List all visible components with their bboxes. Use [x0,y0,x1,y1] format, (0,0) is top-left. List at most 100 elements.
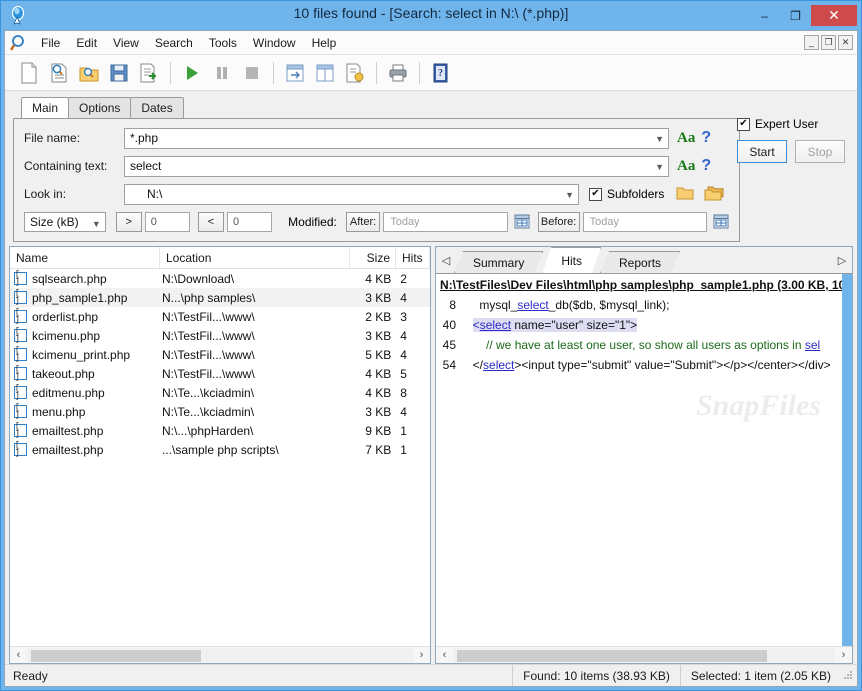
properties-icon[interactable] [341,59,369,87]
hit-line[interactable]: 40 < select name="user" size="1"> [436,315,852,335]
folder-icon[interactable] [676,185,694,204]
print-icon[interactable] [384,59,412,87]
mdi-minimize-button[interactable]: _ [804,35,819,50]
hits-hscrollbar[interactable]: ‹ › [436,646,852,663]
table-row[interactable]: [ ] emailtest.php N:\...\phpHarden\ 9 KB… [10,421,430,440]
before-date-input[interactable]: Today [583,212,707,232]
menu-view[interactable]: View [105,33,147,53]
menu-tools[interactable]: Tools [201,33,245,53]
menu-search[interactable]: Search [147,33,201,53]
table-row[interactable]: [ ] takeout.php N:\TestFil...\www\ 4 KB … [10,364,430,383]
tab-options[interactable]: Options [68,97,131,118]
table-row[interactable]: [ ] php_sample1.php N...\php samples\ 3 … [10,288,430,307]
menu-file[interactable]: File [33,33,68,53]
after-button[interactable]: After: [346,212,380,232]
calendar-icon-2[interactable] [713,213,729,232]
tab-hits[interactable]: Hits [542,247,601,273]
file-name-help-icon[interactable]: ? [701,129,711,147]
hit-line[interactable]: 8 mysql_ select _db($db, $mysql_link); [436,295,852,315]
menu-edit[interactable]: Edit [68,33,105,53]
chevron-down-icon-2[interactable]: ▼ [655,157,664,178]
size-greater-button[interactable]: > [116,212,142,232]
hscroll-thumb[interactable] [31,650,201,662]
hits-content[interactable]: SnapFiles N:\TestFiles\Dev Files\html\ph… [436,274,852,646]
application-window: 10 files found - [Search: select in N:\ … [0,0,862,691]
menu-help[interactable]: Help [304,33,345,53]
scroll-left-icon[interactable]: ‹ [436,649,453,661]
mdi-restore-button[interactable]: ❐ [821,35,836,50]
php-file-icon: [ ] [14,348,27,361]
stop-search-icon[interactable] [238,59,266,87]
resize-grip-icon[interactable] [841,669,857,683]
containing-text-help-icon[interactable]: ? [701,157,711,175]
column-header-name[interactable]: Name [10,247,160,269]
hscroll-track[interactable] [27,648,413,663]
tab-main[interactable]: Main [21,97,69,118]
file-hits-cell: 2 [396,272,430,286]
before-button[interactable]: Before: [538,212,580,232]
new-search-icon[interactable] [15,59,43,87]
table-row[interactable]: [ ] kcimenu_print.php N:\TestFil...\www\… [10,345,430,364]
hit-line[interactable]: 54 </ select ><input type="submit" value… [436,355,852,375]
load-folder-icon[interactable] [75,59,103,87]
tabs-scroll-left-icon[interactable]: ◁ [438,247,454,273]
file-name-cell: emailtest.php [32,443,162,457]
calendar-icon[interactable] [514,213,530,232]
export-icon[interactable] [135,59,163,87]
file-name-input[interactable]: *.php ▼ [124,128,669,149]
column-header-hits[interactable]: Hits [396,247,430,269]
table-row[interactable]: [ ] emailtest.php ...\sample php scripts… [10,440,430,459]
chevron-down-icon[interactable]: ▼ [655,129,664,150]
tab-reports[interactable]: Reports [600,251,680,273]
chevron-down-icon-3[interactable]: ▼ [565,185,574,206]
table-row[interactable]: [ ] editmenu.php N:\Te...\kciadmin\ 4 KB… [10,383,430,402]
expand-results-icon[interactable] [281,59,309,87]
size-max-input[interactable]: 0 [227,212,272,232]
expert-user-checkbox[interactable]: ✔ [737,118,750,131]
start-search-icon[interactable] [178,59,206,87]
multi-folder-icon[interactable] [704,185,724,204]
tabs-scroll-right-icon[interactable]: ▷ [834,247,850,273]
table-row[interactable]: [ ] menu.php N:\Te...\kciadmin\ 3 KB 4 [10,402,430,421]
menu-window[interactable]: Window [245,33,304,53]
containing-text-input[interactable]: select ▼ [124,156,669,177]
mdi-close-button[interactable]: ✕ [838,35,853,50]
match-case-Aa-icon[interactable]: Aa [677,130,695,147]
scroll-right-icon[interactable]: › [413,649,430,661]
layout-icon[interactable] [311,59,339,87]
after-date-input[interactable]: Today [383,212,507,232]
minimize-button[interactable]: – [749,5,780,26]
hits-vscrollbar[interactable] [842,274,852,646]
match-case-Aa-icon-2[interactable]: Aa [677,158,695,175]
subfolders-checkbox[interactable]: ✔ [589,188,602,201]
tab-dates[interactable]: Dates [130,97,183,118]
hscroll-thumb[interactable] [457,650,767,662]
column-header-size[interactable]: Size [350,247,396,269]
size-min-input[interactable]: 0 [145,212,190,232]
file-list-hscrollbar[interactable]: ‹ › [10,646,430,663]
help-book-icon[interactable]: ? [427,59,455,87]
open-search-icon[interactable] [45,59,73,87]
hit-line[interactable]: 45 // we have at least one user, so show… [436,335,852,355]
search-criteria-box: File name: *.php ▼ Aa ? Containing text:… [13,118,740,242]
file-list[interactable]: [ ] sqlsearch.php N:\Download\ 4 KB 2 [ … [10,269,430,646]
scroll-right-icon[interactable]: › [835,649,852,661]
stop-button[interactable]: Stop [795,140,845,163]
chevron-down-icon-4[interactable]: ▼ [92,213,101,234]
size-unit-select[interactable]: Size (kB) ▼ [24,212,106,232]
column-header-location[interactable]: Location [160,247,350,269]
size-date-row: Size (kB) ▼ > 0 < 0 Modified: After: Tod… [24,211,729,233]
pause-search-icon[interactable] [208,59,236,87]
table-row[interactable]: [ ] kcimenu.php N:\TestFil...\www\ 3 KB … [10,326,430,345]
close-button[interactable]: ✕ [811,5,857,26]
scroll-left-icon[interactable]: ‹ [10,649,27,661]
look-in-input[interactable]: N:\ ▼ [124,184,579,205]
save-icon[interactable] [105,59,133,87]
start-button[interactable]: Start [737,140,787,163]
size-less-button[interactable]: < [198,212,224,232]
hscroll-track[interactable] [453,648,835,663]
table-row[interactable]: [ ] sqlsearch.php N:\Download\ 4 KB 2 [10,269,430,288]
tab-summary[interactable]: Summary [454,251,543,273]
maximize-button[interactable]: ❐ [780,5,811,26]
table-row[interactable]: [ ] orderlist.php N:\TestFil...\www\ 2 K… [10,307,430,326]
